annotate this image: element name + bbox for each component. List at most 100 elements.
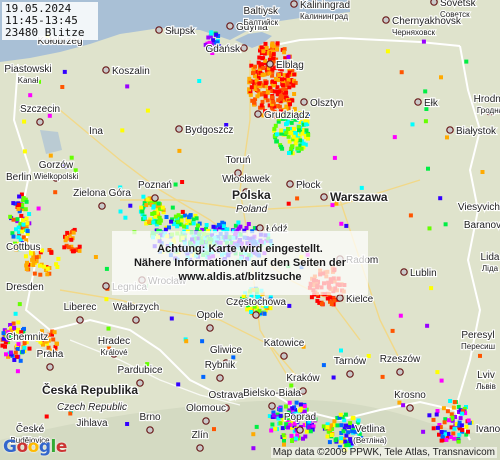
- city-koszalin[interactable]: Koszalin: [102, 65, 151, 78]
- city-label: Tarnów: [334, 356, 367, 367]
- city-label: Zielona Góra: [73, 188, 131, 199]
- city-warszawa[interactable]: Warszawa: [320, 189, 389, 205]
- city-piastowski[interactable]: PiastowskiKanał: [3, 63, 52, 86]
- city-marker-icon: [98, 202, 106, 210]
- city-label: Polska: [232, 188, 271, 202]
- city-bialystok[interactable]: Białystok: [446, 125, 498, 138]
- city-label: Lviv: [477, 370, 495, 381]
- city-vetlina[interactable]: Vetlina(Ветліна): [352, 423, 388, 446]
- city-katowice[interactable]: Katowice: [263, 337, 306, 360]
- map-attribution[interactable]: Map data ©2009 PPWK, Tele Atlas, Transna…: [270, 447, 497, 458]
- city-viesyvichi[interactable]: Viesyvichi: [457, 201, 500, 214]
- google-logo[interactable]: Google: [3, 437, 67, 457]
- city-label: Viesyvichi: [458, 202, 500, 213]
- logo-letter: o: [27, 437, 40, 457]
- city-label: Katowice: [264, 338, 305, 349]
- city-kaliningrad[interactable]: KaliningradКалининград: [290, 0, 351, 22]
- city-slupsk[interactable]: Słupsk: [155, 25, 197, 38]
- city-marker-icon: [202, 417, 210, 425]
- city-lida[interactable]: LidaЛіда: [479, 251, 500, 274]
- city-szczecin[interactable]: Szczecin: [19, 103, 61, 126]
- info-strike-count: 23480 Blitze: [5, 26, 85, 39]
- city-olomouc[interactable]: Olomouc: [185, 402, 227, 425]
- city-marker-icon: [132, 316, 140, 324]
- city-hradec[interactable]: HradecKrálové: [97, 335, 131, 358]
- city-label: Ivano: [476, 424, 500, 435]
- city-elk[interactable]: Ełk: [414, 97, 440, 110]
- city-marker-icon: [296, 426, 304, 434]
- city-praha[interactable]: Praha: [36, 348, 65, 371]
- city-label: Częstochowa: [226, 297, 286, 308]
- city-marker-icon: [175, 125, 183, 133]
- city-marker-icon: [146, 426, 154, 434]
- city-marker-icon: [226, 22, 234, 30]
- city-marker-icon: [382, 16, 390, 24]
- city-plock[interactable]: Płock: [286, 179, 323, 192]
- city-jihlava[interactable]: Jihlava: [75, 417, 109, 430]
- city-marker-icon: [155, 26, 163, 34]
- city-marker-icon: [396, 368, 404, 376]
- city-brno[interactable]: Brno: [138, 411, 162, 434]
- city-lviv[interactable]: LvivЛьвів: [475, 369, 497, 392]
- city-marker-icon: [286, 180, 294, 188]
- city-label: Baltiysk: [244, 6, 279, 17]
- city-label: Zlín: [192, 430, 209, 441]
- city-poprad[interactable]: Poprad: [283, 411, 317, 434]
- city-czech[interactable]: Czech Republic: [56, 401, 128, 414]
- city-polska[interactable]: Polska: [231, 187, 272, 203]
- city-marker-icon: [320, 193, 328, 201]
- city-label: Olomouc: [186, 403, 226, 414]
- city-gdansk[interactable]: Gdańsk: [204, 43, 248, 56]
- city-marker-icon: [216, 374, 224, 382]
- city-bielsko[interactable]: Bielsko-Biała: [242, 387, 302, 410]
- city-label: Балтийск: [244, 18, 279, 27]
- city-label: Sovetsk: [440, 0, 477, 9]
- city-label: Toruń: [225, 155, 250, 166]
- city-zielona[interactable]: Zielona Góra: [72, 187, 132, 210]
- city-rybnik[interactable]: Rybnik: [204, 359, 237, 382]
- notice-line3[interactable]: www.aldis.at/blitzsuche: [0, 270, 480, 284]
- city-baranovichi[interactable]: Baranovichi: [463, 219, 500, 232]
- city-walbrzych[interactable]: Wałbrzych: [112, 301, 160, 324]
- city-opole[interactable]: Opole: [196, 309, 225, 332]
- city-ina[interactable]: Ina: [88, 125, 105, 138]
- logo-letter: G: [3, 437, 17, 457]
- city-label: Koszalin: [112, 66, 150, 77]
- city-czestochowa[interactable]: Częstochowa: [225, 296, 288, 319]
- lightning-map[interactable]: Gdynia Gdańsk Elbląg Kaliningrad Калининград…: [0, 0, 500, 460]
- city-rzeszow[interactable]: Rzeszów: [379, 353, 422, 376]
- city-olsztyn[interactable]: Olsztyn: [300, 97, 344, 110]
- info-box: 19.05.2024 11:45-13:45 23480 Blitze: [2, 2, 98, 40]
- city-marker-icon: [240, 44, 248, 52]
- city-hrodna[interactable]: HrodnaГродна: [472, 93, 500, 116]
- logo-letter: e: [55, 437, 68, 457]
- city-chemnitz[interactable]: Chemnitz: [5, 331, 49, 344]
- city-chernyakhovsk[interactable]: ChernyakhovskЧерняховск: [382, 15, 463, 38]
- city-zlin[interactable]: Zlín: [191, 429, 209, 452]
- city-krosno[interactable]: Krosno: [393, 389, 427, 412]
- city-label: Czech Republic: [57, 402, 127, 413]
- city-label: Elbląg: [276, 60, 304, 71]
- city-baltiysk[interactable]: BaltiyskБалтийск: [242, 5, 280, 28]
- city-gorzow[interactable]: GorzówWielkopolski: [33, 159, 80, 182]
- city-peresyl[interactable]: PeresylПересиш: [460, 329, 496, 352]
- city-grudziadz[interactable]: Grudziądz: [254, 109, 311, 122]
- city-label: Liberec: [64, 302, 97, 313]
- city-label: Olsztyn: [310, 98, 343, 109]
- city-marker-icon: [414, 98, 422, 106]
- city-label: Rzeszów: [380, 354, 421, 365]
- city-elblag[interactable]: Elbląg: [266, 59, 305, 72]
- city-ivano[interactable]: Ivano: [475, 423, 500, 436]
- city-berlin[interactable]: Berlin: [5, 171, 33, 184]
- city-liberec[interactable]: Liberec: [62, 301, 98, 324]
- city-kielce[interactable]: Kielce: [336, 293, 375, 306]
- city-marker-icon: [196, 444, 204, 452]
- city-label: Krosno: [394, 390, 426, 401]
- city-tarnow[interactable]: Tarnów: [333, 355, 368, 378]
- city-bydgoszcz[interactable]: Bydgoszcz: [175, 124, 234, 137]
- city-marker-icon: [446, 126, 454, 134]
- city-label: (Ветліна): [353, 436, 387, 445]
- city-ceska[interactable]: Česká Republika: [41, 381, 140, 398]
- city-poland[interactable]: Poland: [235, 203, 269, 216]
- city-poznan[interactable]: Poznań: [137, 179, 173, 202]
